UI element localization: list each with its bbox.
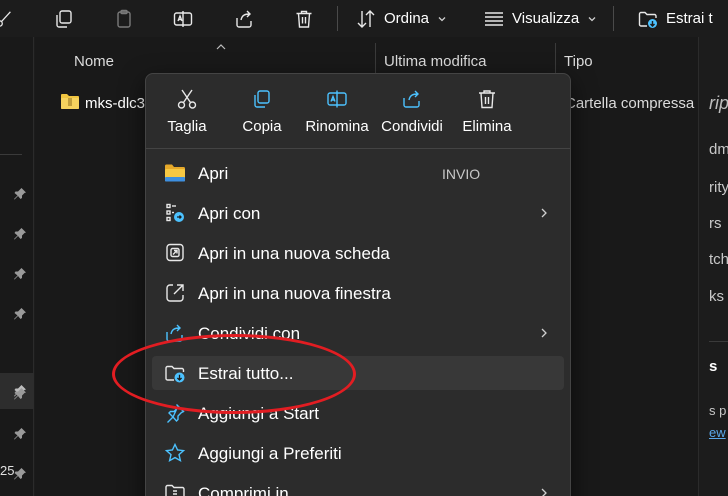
menu-item-open-with[interactable]: Apri con — [152, 196, 564, 230]
pin-icon — [164, 403, 186, 423]
nav-item-partial-label: 25 — [0, 463, 15, 478]
menu-item-share-with[interactable]: Condividi con — [152, 316, 564, 350]
menu-item-label: Apri con — [198, 204, 261, 223]
view-label: Visualizza — [512, 10, 580, 27]
menu-separator — [146, 148, 570, 149]
nav-divider — [0, 154, 22, 155]
command-bar: Ordina Visualizza Estrai t — [0, 0, 728, 37]
pin-icon[interactable] — [13, 467, 27, 481]
details-text-fragment: ks — [709, 288, 724, 305]
share-label: Condividi — [381, 118, 443, 135]
pin-icon[interactable] — [13, 307, 27, 321]
folder-icon — [164, 163, 186, 183]
chevron-right-icon — [541, 328, 547, 338]
file-name: mks-dlc3 — [85, 95, 146, 112]
extract-all-button[interactable]: Estrai t — [638, 5, 713, 32]
pin-icon[interactable] — [13, 427, 27, 441]
menu-item-open-new-tab[interactable]: Apri in una nuova scheda — [152, 236, 564, 270]
details-pane: ript dm rity rs tch ks s s p ew — [698, 37, 728, 496]
column-header-modified[interactable]: Ultima modifica — [384, 53, 487, 70]
toolbar-separator — [337, 6, 338, 31]
details-divider — [709, 341, 728, 342]
toolbar-separator — [613, 6, 614, 31]
view-list-icon — [484, 9, 504, 29]
sort-button[interactable]: Ordina — [356, 5, 447, 32]
paste-icon[interactable] — [112, 5, 136, 32]
trash-icon — [476, 88, 498, 110]
column-header-type[interactable]: Tipo — [564, 53, 593, 70]
menu-item-label: Aggiungi a Start — [198, 404, 319, 423]
sort-icon — [356, 9, 376, 29]
share-with-icon — [164, 323, 186, 343]
pin-icon[interactable] — [13, 267, 27, 281]
details-text-fragment: dm — [709, 141, 728, 158]
menu-item-label: Aggiungi a Preferiti — [198, 444, 342, 463]
details-text-fragment: rity — [709, 179, 728, 196]
rename-icon[interactable] — [171, 5, 195, 32]
cut-button[interactable]: Taglia — [149, 86, 225, 142]
scissors-icon — [176, 88, 198, 110]
details-heading-fragment: s — [709, 358, 718, 375]
context-menu: Taglia Copia Rinomina Condividi Elimina … — [145, 73, 571, 496]
zip-folder-icon — [61, 94, 79, 109]
column-header-name[interactable]: Nome — [74, 53, 114, 70]
shortcut-label: INVIO — [442, 166, 481, 182]
details-text-fragment: tch — [709, 251, 728, 268]
menu-item-open[interactable]: Apri INVIO — [152, 156, 564, 190]
menu-item-label: Apri in una nuova scheda — [198, 244, 390, 263]
file-type: Cartella compressa — [565, 95, 695, 112]
chevron-down-icon — [588, 16, 596, 21]
chevron-down-icon — [438, 16, 446, 21]
menu-item-label: Apri — [198, 164, 229, 183]
copy-button[interactable]: Copia — [224, 86, 300, 142]
extract-all-label: Estrai t — [666, 10, 713, 27]
delete-button[interactable]: Elimina — [449, 86, 525, 142]
copy-label: Copia — [242, 118, 282, 135]
view-button[interactable]: Visualizza — [484, 5, 597, 32]
menu-item-label: Condividi con — [198, 324, 301, 343]
share-icon[interactable] — [232, 5, 256, 32]
navigation-pane: 25 — [0, 37, 34, 496]
pin-icon[interactable] — [13, 387, 27, 401]
copy-icon — [251, 88, 273, 110]
cut-label: Taglia — [167, 118, 207, 135]
extract-folder-icon — [164, 363, 186, 383]
menu-item-label: Apri in una nuova finestra — [198, 284, 391, 303]
menu-item-label: Comprimi in — [198, 484, 289, 496]
details-link-fragment[interactable]: ew — [709, 425, 726, 440]
trash-icon[interactable] — [292, 5, 316, 32]
chevron-right-icon — [541, 208, 547, 218]
cut-icon[interactable] — [0, 5, 14, 32]
share-icon — [401, 88, 423, 110]
pin-icon[interactable] — [13, 227, 27, 241]
extract-folder-icon — [638, 9, 658, 29]
sort-ascending-icon — [216, 44, 226, 50]
menu-item-label: Estrai tutto... — [198, 364, 294, 383]
chevron-right-icon — [541, 488, 547, 496]
pin-icon[interactable] — [13, 187, 27, 201]
delete-label: Elimina — [462, 118, 512, 135]
rename-label: Rinomina — [305, 118, 369, 135]
details-text-fragment: rs — [709, 215, 722, 232]
copy-icon[interactable] — [52, 5, 76, 32]
menu-item-compress[interactable]: Comprimi in — [152, 476, 564, 496]
compress-icon — [164, 483, 186, 496]
details-text-fragment: s p — [709, 403, 727, 418]
rename-button[interactable]: Rinomina — [299, 86, 375, 142]
menu-item-open-new-window[interactable]: Apri in una nuova finestra — [152, 276, 564, 310]
sort-label: Ordina — [384, 10, 430, 27]
new-window-icon — [164, 283, 186, 303]
new-tab-icon — [164, 243, 186, 263]
menu-item-extract-all[interactable]: Estrai tutto... — [152, 356, 564, 390]
star-icon — [164, 443, 186, 463]
details-text-fragment: ript — [709, 93, 728, 113]
menu-item-add-favorites[interactable]: Aggiungi a Preferiti — [152, 436, 564, 470]
open-with-icon — [164, 203, 186, 223]
menu-item-pin-to-start[interactable]: Aggiungi a Start — [152, 396, 564, 430]
rename-icon — [326, 88, 348, 110]
share-button[interactable]: Condividi — [374, 86, 450, 142]
